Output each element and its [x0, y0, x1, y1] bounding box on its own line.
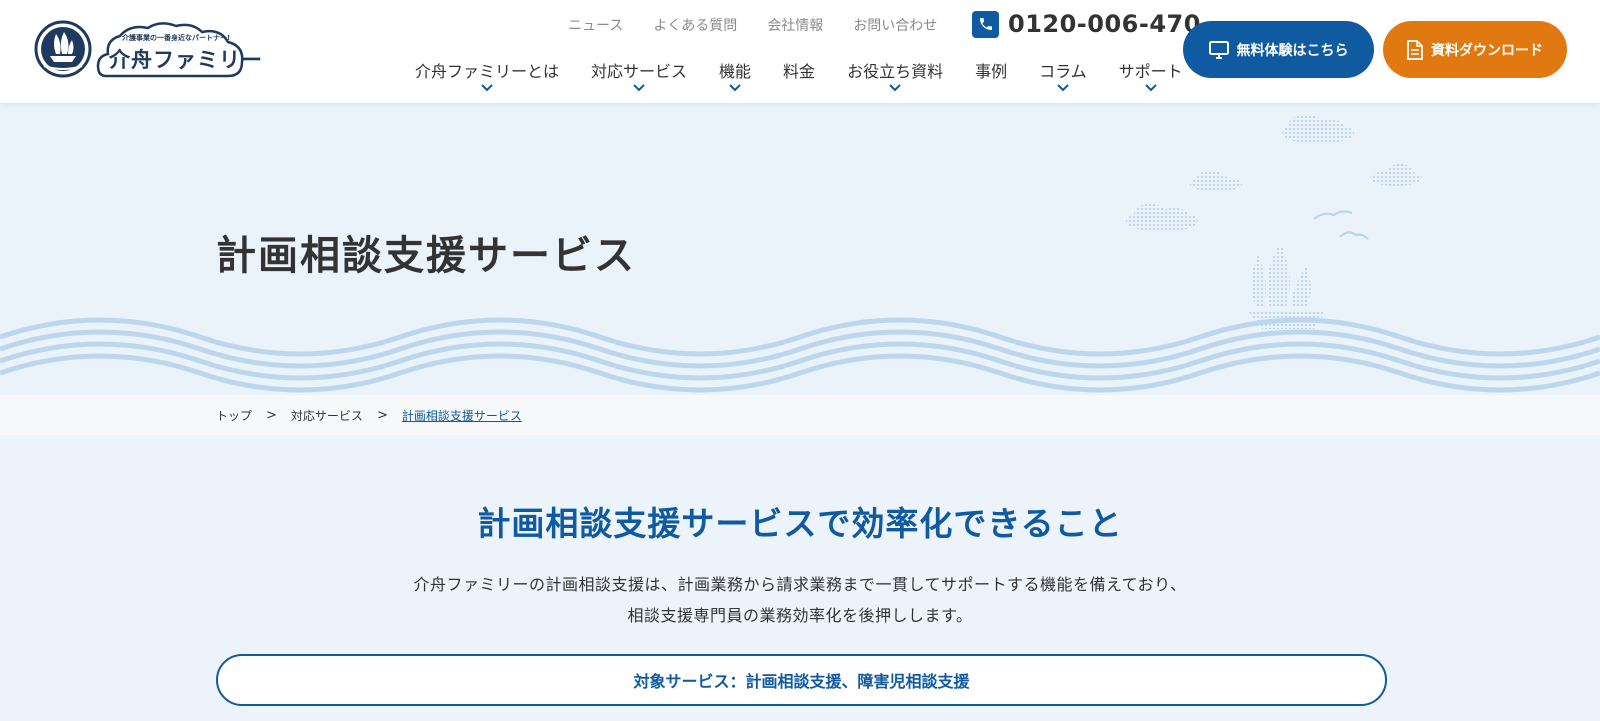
- breadcrumb-link-top[interactable]: トップ: [216, 407, 252, 424]
- section-description: 介舟ファミリーの計画相談支援は、計画業務から請求業務まで一貫してサポートする機能…: [0, 569, 1600, 631]
- document-icon: [1407, 39, 1423, 60]
- bird-icon: [1339, 231, 1369, 240]
- monitor-icon: [1208, 40, 1229, 59]
- util-link-news[interactable]: ニュース: [568, 15, 623, 35]
- nav-item-label: 事例: [975, 62, 1008, 81]
- nav-item-support[interactable]: サポート: [1119, 58, 1183, 104]
- util-link-contact[interactable]: お問い合わせ: [853, 15, 937, 35]
- free-trial-button[interactable]: 無料体験はこちら: [1183, 21, 1374, 78]
- description-line: 介舟ファミリーの計画相談支援は、計画業務から請求業務まで一貫してサポートする機能…: [413, 575, 1187, 594]
- cloud-icon: [1282, 115, 1354, 144]
- nav-item-label: 機能: [719, 62, 752, 81]
- nav-item-label: お役立ち資料: [847, 62, 944, 81]
- nav-item-services[interactable]: 対応サービス: [591, 58, 687, 104]
- nav-item-label: コラム: [1039, 62, 1087, 81]
- download-button-label: 資料ダウンロード: [1431, 42, 1543, 59]
- page-title: 計画相談支援サービス: [216, 233, 636, 279]
- chevron-down-icon: [1144, 84, 1157, 92]
- util-link-faq[interactable]: よくある質問: [653, 15, 737, 35]
- breadcrumb: トップ > 対応サービス > 計画相談支援サービス: [0, 395, 1600, 435]
- utility-nav: ニュース よくある質問 会社情報 お問い合わせ: [568, 15, 937, 35]
- hero-banner: 計画相談支援サービス: [0, 103, 1600, 395]
- breadcrumb-current[interactable]: 計画相談支援サービス: [402, 407, 522, 424]
- nav-item-label: 対応サービス: [591, 62, 688, 81]
- section-title: 計画相談支援サービスで効率化できること: [477, 504, 1123, 543]
- nav-item-features[interactable]: 機能: [719, 58, 751, 104]
- breadcrumb-separator: >: [376, 408, 388, 423]
- nav-item-label: サポート: [1118, 62, 1183, 81]
- nav-item-resources[interactable]: お役立ち資料: [847, 58, 943, 104]
- nav-item-about[interactable]: 介舟ファミリーとは: [415, 58, 559, 104]
- logo-tagline: 介護事業の一番身近なパートナー!: [122, 34, 231, 42]
- cloud-icon: [1126, 204, 1198, 232]
- site-header: 介護事業の一番身近なパートナー! 介舟ファミリー ニュース よくある質問 会社情…: [0, 0, 1600, 103]
- bird-icon: [1313, 210, 1353, 220]
- wave-pattern: [0, 317, 1600, 393]
- chevron-down-icon: [633, 84, 645, 92]
- nav-item-label: 介舟ファミリーとは: [415, 62, 560, 81]
- target-services-box: 対象サービス：計画相談支援、障害児相談支援: [216, 654, 1387, 706]
- download-button[interactable]: 資料ダウンロード: [1383, 21, 1567, 78]
- breadcrumb-separator: >: [266, 408, 277, 423]
- nav-item-cases[interactable]: 事例: [975, 58, 1007, 104]
- chevron-down-icon: [729, 84, 741, 92]
- logo-name: 介舟ファミリー: [109, 48, 263, 72]
- breadcrumb-link-services[interactable]: 対応サービス: [291, 407, 363, 424]
- phone-number: 0120-006-470: [1008, 10, 1201, 38]
- free-trial-button-label: 無料体験はこちら: [1236, 42, 1349, 59]
- phone-contact[interactable]: 0120-006-470: [972, 10, 1201, 38]
- main-nav: 介舟ファミリーとは 対応サービス 機能 料金 お役立ち資料 事例 コラム サポー…: [415, 58, 1183, 104]
- chevron-down-icon: [1057, 84, 1069, 92]
- nav-item-column[interactable]: コラム: [1039, 58, 1087, 104]
- chevron-down-icon: [481, 84, 493, 92]
- ship-emblem-icon: [34, 20, 92, 78]
- cloud-icon: [1190, 171, 1242, 192]
- chevron-down-icon: [889, 84, 901, 92]
- nav-item-label: 料金: [783, 62, 816, 81]
- nav-item-pricing[interactable]: 料金: [783, 58, 815, 104]
- target-services-label: 対象サービス：計画相談支援、障害児相談支援: [633, 672, 970, 691]
- phone-icon: [972, 10, 999, 38]
- ship-icon: [1248, 243, 1326, 329]
- util-link-company[interactable]: 会社情報: [767, 15, 823, 35]
- description-line: 相談支援専門員の業務効率化を後押しします。: [627, 606, 973, 625]
- site-logo[interactable]: 介護事業の一番身近なパートナー! 介舟ファミリー: [34, 20, 262, 80]
- cloud-icon: [1370, 164, 1422, 186]
